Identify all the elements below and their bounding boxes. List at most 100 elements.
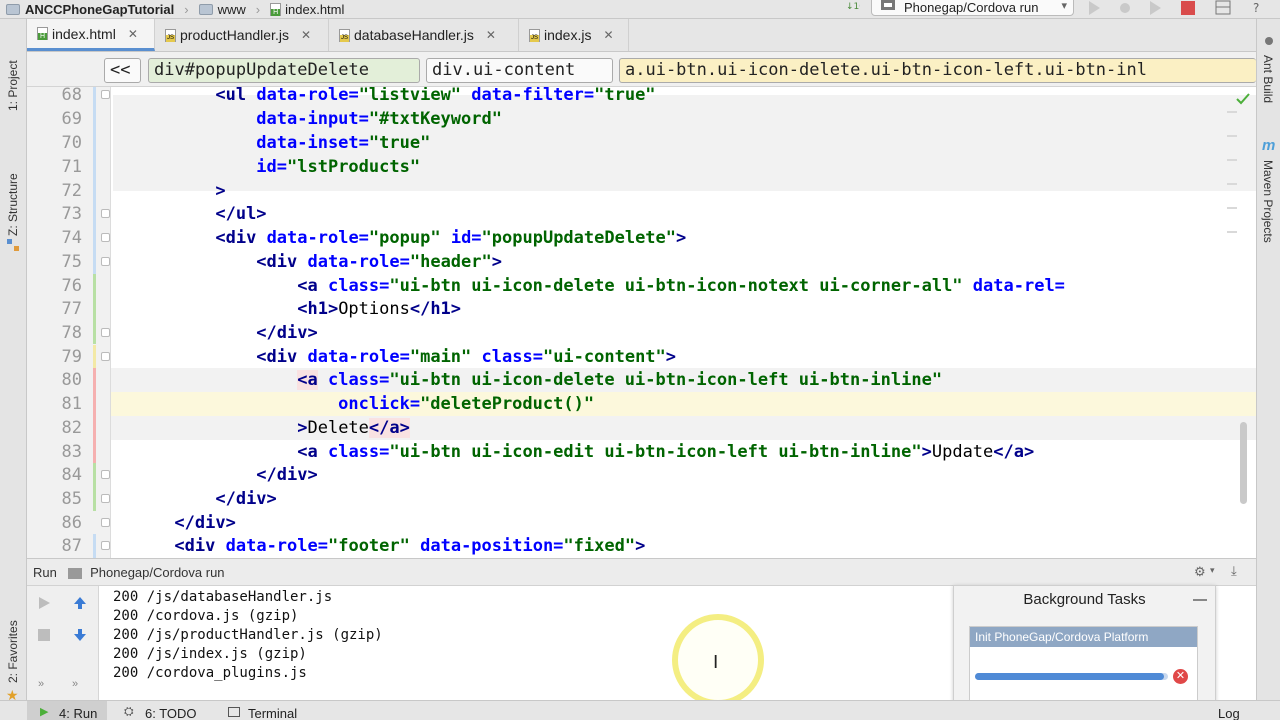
editor-scrollbar[interactable]	[1240, 422, 1247, 504]
code-editor[interactable]: 68 69 70 71 72 73 74 75 76 77 78 79 80 8…	[27, 87, 1256, 558]
maven-projects-tool-tab[interactable]: Maven Projects	[1261, 160, 1275, 243]
fold-icon[interactable]	[101, 233, 110, 242]
tab-index-js[interactable]: index.js ✕	[519, 19, 629, 51]
run-icon[interactable]	[1086, 0, 1102, 16]
task-progress-bar	[975, 673, 1168, 680]
coverage-icon[interactable]	[1147, 0, 1163, 16]
code-line: </div>	[215, 489, 277, 509]
cancel-task-icon[interactable]: ✕	[1173, 669, 1188, 684]
vcs-add-marker[interactable]	[93, 463, 96, 511]
line-number: 87	[61, 536, 82, 556]
fold-icon[interactable]	[101, 518, 110, 527]
line-number: 73	[61, 204, 82, 224]
vcs-delete-marker[interactable]	[93, 368, 96, 464]
project-tool-tab[interactable]: 1: Project	[6, 60, 20, 111]
tab-todo[interactable]: 6: TODO	[145, 706, 197, 720]
fold-icon[interactable]	[101, 328, 110, 337]
fold-icon[interactable]	[101, 352, 110, 361]
cordova-icon	[68, 568, 83, 580]
code-line: <a class="ui-btn ui-icon-delete ui-btn-i…	[297, 370, 943, 390]
code-line: <a class="ui-btn ui-icon-delete ui-btn-i…	[297, 276, 1065, 296]
nav-crumb-button[interactable]: a.ui-btn.ui-icon-delete.ui-btn-icon-left…	[619, 58, 1256, 83]
close-icon[interactable]: ✕	[603, 28, 613, 42]
debug-icon[interactable]	[1117, 0, 1133, 16]
svg-text:↓10: ↓10	[846, 2, 860, 12]
vcs-modify-marker[interactable]	[93, 345, 96, 368]
gear-icon[interactable]: ⚙	[1194, 564, 1206, 580]
up-arrow-icon[interactable]	[72, 595, 88, 611]
line-number: 81	[61, 394, 82, 414]
line-number: 68	[61, 87, 82, 105]
more-icon[interactable]: »	[72, 678, 78, 690]
more-icon[interactable]: »	[38, 678, 44, 690]
tab-run[interactable]: 4: Run	[59, 706, 97, 720]
editor-tab-bar: index.html ✕ productHandler.js ✕ databas…	[27, 19, 1256, 52]
close-icon[interactable]: ✕	[486, 28, 496, 42]
nav-back-button[interactable]: <<	[104, 58, 141, 83]
vcs-change-marker[interactable]	[93, 534, 96, 558]
line-number: 79	[61, 347, 82, 367]
breadcrumb-project[interactable]: ANCCPhoneGapTutorial	[0, 0, 180, 19]
fold-icon[interactable]	[101, 209, 110, 218]
line-number: 82	[61, 418, 82, 438]
nav-crumb-popup[interactable]: div#popupUpdateDelete	[148, 58, 420, 83]
chevron-down-icon[interactable]: ▾	[1210, 565, 1215, 576]
code-line: >Delete</a>	[297, 418, 410, 438]
task-item: Init PhoneGap/Cordova Platform ✕	[969, 626, 1198, 706]
line-number: 76	[61, 276, 82, 296]
tab-product-handler[interactable]: productHandler.js ✕	[155, 19, 329, 51]
rerun-icon[interactable]	[37, 596, 51, 610]
html-file-icon	[270, 2, 282, 16]
vcs-change-marker[interactable]	[93, 87, 96, 275]
code-line: id="lstProducts"	[256, 157, 421, 177]
maven-icon: m	[1262, 137, 1276, 154]
run-config-name[interactable]: Phonegap/Cordova run	[90, 565, 224, 580]
right-tool-strip: Ant Build m Maven Projects	[1256, 19, 1280, 700]
structure-icon	[7, 239, 19, 251]
left-tool-strip: 1: Project Z: Structure 2: Favorites ★	[0, 19, 27, 703]
tab-index-html[interactable]: index.html ✕	[27, 19, 155, 51]
inspection-ok-icon[interactable]	[1236, 93, 1250, 105]
run-config-label: Phonegap/Cordova run	[904, 0, 1039, 15]
run-label: Run	[33, 565, 57, 580]
stop-icon[interactable]	[1180, 0, 1196, 16]
fold-icon[interactable]	[101, 90, 110, 99]
breadcrumb-folder[interactable]: www	[193, 0, 252, 19]
code-line: <a class="ui-btn ui-icon-edit ui-btn-ico…	[297, 442, 1035, 462]
tab-event-log[interactable]: Log	[1218, 706, 1240, 720]
code-line: >	[215, 181, 226, 201]
code-line: <div data-role="popup" id="popupUpdateDe…	[215, 228, 687, 248]
stop-icon[interactable]	[37, 628, 51, 642]
close-icon[interactable]: ✕	[128, 27, 138, 41]
fold-icon[interactable]	[101, 257, 110, 266]
code-line: </ul>	[215, 204, 267, 224]
line-number: 74	[61, 228, 82, 248]
vcs-add-marker[interactable]	[93, 274, 96, 344]
tab-terminal[interactable]: Terminal	[248, 706, 297, 720]
log-line: 200 /js/databaseHandler.js	[113, 589, 333, 605]
fold-icon[interactable]	[101, 470, 110, 479]
folder-icon	[198, 3, 213, 15]
code-line: <div data-role="main" class="ui-content"…	[256, 347, 677, 367]
fold-icon[interactable]	[101, 494, 110, 503]
hide-icon[interactable]: ⤓	[1231, 563, 1237, 579]
ant-build-tool-tab[interactable]: Ant Build	[1261, 55, 1275, 103]
structure-breadcrumb-bar: << div#popupUpdateDelete div.ui-content …	[27, 52, 1256, 87]
favorites-tool-tab[interactable]: 2: Favorites	[6, 620, 20, 683]
close-icon[interactable]: ✕	[301, 28, 311, 42]
down-arrow-icon[interactable]	[72, 627, 88, 643]
minimize-icon[interactable]	[1193, 599, 1207, 601]
tab-label: productHandler.js	[180, 27, 289, 43]
structure-tool-tab[interactable]: Z: Structure	[6, 173, 20, 236]
task-progress-fill	[975, 673, 1165, 680]
sort-icon[interactable]: ↓10	[844, 0, 860, 13]
fold-icon[interactable]	[101, 541, 110, 550]
tab-database-handler[interactable]: databaseHandler.js ✕	[329, 19, 519, 51]
breadcrumb-file[interactable]: index.html	[264, 0, 350, 19]
cordova-icon	[881, 0, 895, 10]
layout-icon[interactable]	[1215, 0, 1231, 16]
run-configuration-select[interactable]: Phonegap/Cordova run	[871, 0, 1074, 16]
help-icon[interactable]: ?	[1250, 0, 1266, 16]
nav-crumb-content[interactable]: div.ui-content	[426, 58, 613, 83]
js-file-icon	[339, 28, 350, 42]
